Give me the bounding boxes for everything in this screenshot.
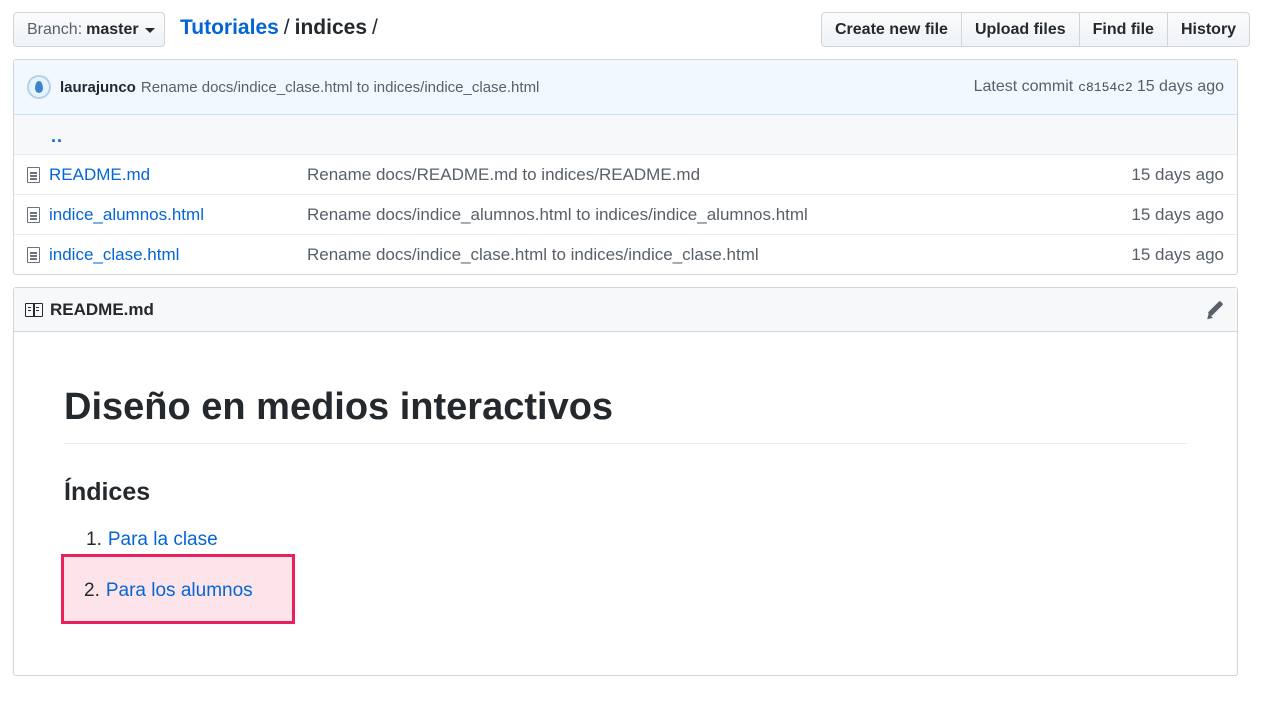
parent-directory-row[interactable]: .. xyxy=(14,115,1237,155)
file-row: indice_alumnos.html Rename docs/indice_a… xyxy=(14,195,1237,235)
commit-message-link[interactable]: Rename docs/indice_clase.html to indices… xyxy=(141,79,540,96)
file-age: 15 days ago xyxy=(1131,164,1224,184)
file-name-link[interactable]: indice_alumnos.html xyxy=(49,205,204,225)
file-icon xyxy=(27,207,40,223)
file-commit-message-link[interactable]: Rename docs/indice_alumnos.html to indic… xyxy=(307,205,808,225)
upload-files-button[interactable]: Upload files xyxy=(960,12,1080,47)
file-row: README.md Rename docs/README.md to indic… xyxy=(14,155,1237,195)
readme-panel: README.md Diseño en medios interactivos … xyxy=(13,287,1238,676)
readme-content: Diseño en medios interactivos Índices 1.… xyxy=(14,332,1237,676)
list-item-number: 1. xyxy=(86,529,102,550)
readme-filename: README.md xyxy=(50,299,154,319)
readme-heading-2: Índices xyxy=(64,478,151,506)
branch-label: Branch: xyxy=(27,20,83,38)
heading-divider xyxy=(64,443,1187,444)
branch-select-button[interactable]: Branch: master xyxy=(13,12,165,47)
list-item: 2. Para los alumnos xyxy=(84,580,253,602)
avatar-icon[interactable] xyxy=(27,75,51,99)
latest-commit-label: Latest commit xyxy=(973,78,1074,95)
history-button[interactable]: History xyxy=(1166,12,1251,47)
book-icon xyxy=(25,302,43,317)
list-item-number: 2. xyxy=(84,580,100,601)
file-commit-message-link[interactable]: Rename docs/indice_clase.html to indices… xyxy=(307,245,759,265)
breadcrumb: Tutoriales / indices / xyxy=(180,16,383,40)
breadcrumb-current-dir: indices xyxy=(294,16,368,39)
pencil-icon[interactable] xyxy=(1204,299,1226,321)
breadcrumb-separator: / xyxy=(372,16,378,39)
file-listing: laurajunco Rename docs/indice_clase.html… xyxy=(13,59,1238,275)
file-icon xyxy=(27,167,40,183)
file-commit-message-link[interactable]: Rename docs/README.md to indices/README.… xyxy=(307,165,700,185)
caret-down-icon xyxy=(144,28,155,33)
readme-header: README.md xyxy=(14,288,1237,332)
find-file-button[interactable]: Find file xyxy=(1078,12,1168,47)
commit-age: 15 days ago xyxy=(1136,78,1224,95)
branch-value: master xyxy=(86,20,139,38)
latest-commit-info: Latest commit c8154c2 15 days ago xyxy=(974,78,1224,96)
file-icon xyxy=(27,247,40,263)
commit-author-link[interactable]: laurajunco xyxy=(60,79,136,96)
parent-directory-link[interactable]: .. xyxy=(51,126,63,147)
file-row: indice_clase.html Rename docs/indice_cla… xyxy=(14,235,1237,274)
commit-tease: laurajunco Rename docs/indice_clase.html… xyxy=(14,60,1237,115)
para-la-clase-link[interactable]: Para la clase xyxy=(108,529,218,551)
breadcrumb-repo-link[interactable]: Tutoriales xyxy=(180,16,279,40)
create-new-file-button[interactable]: Create new file xyxy=(821,12,962,47)
file-age: 15 days ago xyxy=(1131,245,1224,264)
file-name-link[interactable]: indice_clase.html xyxy=(49,245,179,265)
readme-heading-1: Diseño en medios interactivos xyxy=(64,386,614,428)
file-nav-button-group: Create new file Upload files Find file H… xyxy=(821,12,1251,47)
file-name-link[interactable]: README.md xyxy=(49,165,150,185)
file-age: 15 days ago xyxy=(1131,204,1224,224)
list-item: 1. Para la clase xyxy=(86,529,218,551)
para-los-alumnos-link[interactable]: Para los alumnos xyxy=(106,580,253,602)
commit-sha-link[interactable]: c8154c2 xyxy=(1078,80,1133,95)
breadcrumb-separator: / xyxy=(283,16,290,39)
